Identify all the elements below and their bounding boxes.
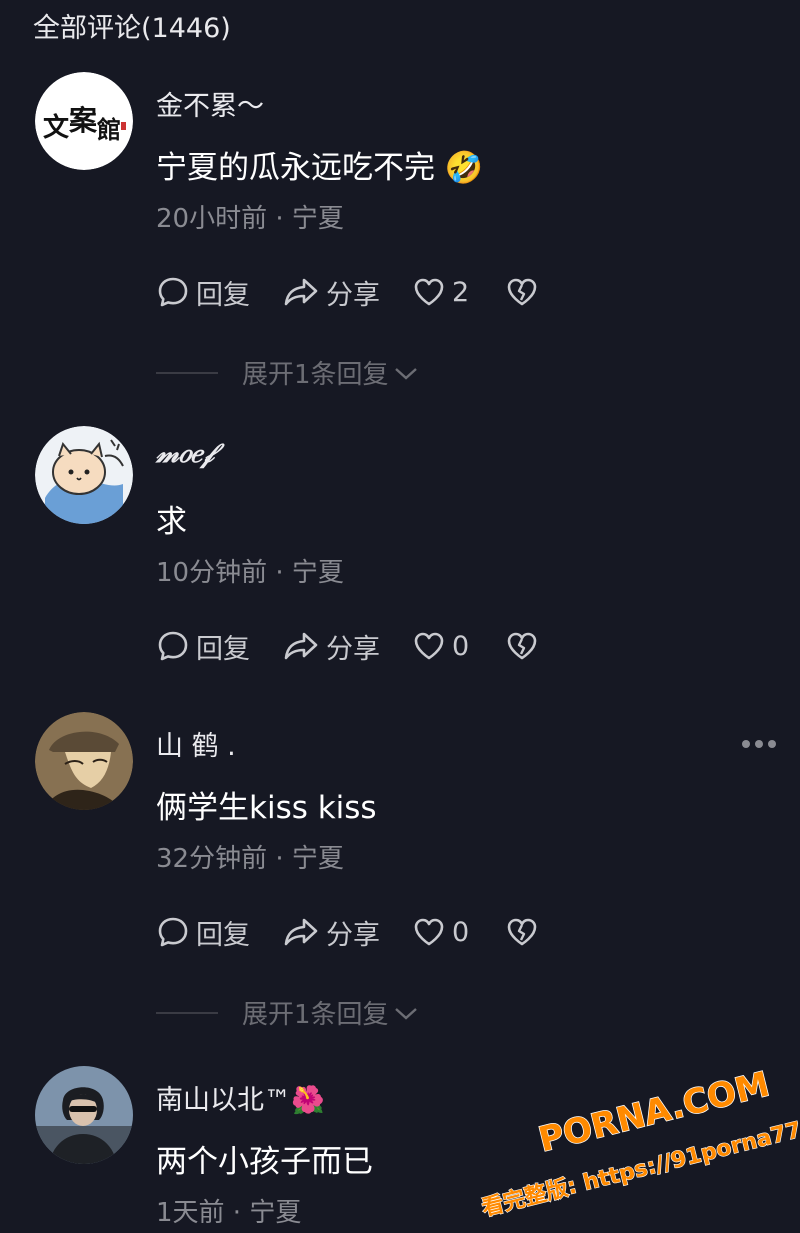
comments-count-title: 全部评论(1446) [33,13,231,44]
dislike-button[interactable] [505,630,545,662]
broken-heart-icon [507,278,537,306]
like-count: 0 [452,916,470,948]
broken-heart-icon [507,632,537,660]
expand-replies-button[interactable]: 展开1条回复 [156,354,419,391]
like-button[interactable]: 0 [412,630,469,662]
reply-button[interactable]: 回复 [156,627,250,666]
like-count: 0 [452,630,470,662]
more-dot-icon [742,740,750,748]
chevron-down-icon [394,1007,417,1020]
watermark-url: 看完整版: https://91porna77.com [479,1102,800,1220]
like-count: 2 [452,276,470,308]
username[interactable]: 山 鹤 . [156,724,236,763]
broken-heart-icon [507,918,537,946]
avatar[interactable]: 文 案 館 [35,72,133,170]
share-arrow-icon [284,918,318,946]
like-button[interactable]: 0 [412,916,469,948]
divider-line [156,371,218,374]
divider-line [156,1011,218,1014]
reply-label: 回复 [196,919,250,951]
avatar[interactable] [35,1066,133,1164]
illustrated-boy-avatar [35,712,133,810]
comment-bubble-icon [158,277,188,307]
comment-meta: 20小时前 · 宁夏 [156,204,344,234]
comment-bubble-icon [158,631,188,661]
watermark-brand: PORNA.COM [535,1064,774,1160]
comment-bubble-icon [158,917,188,947]
avatar[interactable] [35,426,133,524]
share-label: 分享 [326,919,380,951]
comment-actions: 回复 分享 0 [156,626,577,666]
username[interactable]: 𝓂𝑜𝑒𝒻 [156,438,214,470]
more-options-button[interactable] [742,740,776,748]
photo-person-avatar [35,1066,133,1164]
comment-meta: 10分钟前 · 宁夏 [156,558,344,588]
comment-actions: 回复 分享 0 [156,912,577,952]
chevron-down-icon [394,367,417,380]
share-button[interactable]: 分享 [282,913,380,952]
comment-text: 宁夏的瓜永远吃不完 🤣 [156,150,484,186]
watermark: PORNA.COM 看完整版: https://91porna77.com [479,1064,800,1220]
expand-replies-label: 展开1条回复 [242,1000,389,1030]
reply-button[interactable]: 回复 [156,913,250,952]
comment-text: 求 [156,504,187,540]
share-button[interactable]: 分享 [282,627,380,666]
like-button[interactable]: 2 [412,276,469,308]
more-dot-icon [755,740,763,748]
more-dot-icon [768,740,776,748]
comment-text: 俩学生kiss kiss [156,790,377,826]
svg-text:文: 文 [43,112,70,143]
avatar[interactable] [35,712,133,810]
svg-text:案: 案 [69,104,98,137]
heart-icon [414,278,444,306]
comment-actions: 回复 分享 2 [156,272,577,312]
comment-meta: 1天前 · 宁夏 [156,1198,302,1228]
calligraphy-logo-avatar: 文 案 館 [35,72,133,170]
username[interactable]: 南山以北™🌺 [156,1078,325,1117]
share-label: 分享 [326,633,380,665]
username[interactable]: 金不累～ [156,84,264,123]
share-label: 分享 [326,279,380,311]
heart-icon [414,918,444,946]
share-arrow-icon [284,278,318,306]
comment-text: 两个小孩子而已 [156,1144,373,1180]
dislike-button[interactable] [505,916,545,948]
reply-button[interactable]: 回复 [156,273,250,312]
reply-label: 回复 [196,279,250,311]
share-button[interactable]: 分享 [282,273,380,312]
reply-label: 回复 [196,633,250,665]
share-arrow-icon [284,632,318,660]
svg-text:館: 館 [97,115,121,144]
comments-page: 全部评论(1446) 文 案 館 金不累～ 宁夏的瓜永远吃不完 🤣 20小时前 … [0,0,800,1233]
dislike-button[interactable] [505,276,545,308]
expand-replies-label: 展开1条回复 [242,360,389,390]
cartoon-cat-avatar [35,426,133,524]
expand-replies-button[interactable]: 展开1条回复 [156,994,419,1031]
heart-icon [414,632,444,660]
comment-meta: 32分钟前 · 宁夏 [156,844,344,874]
